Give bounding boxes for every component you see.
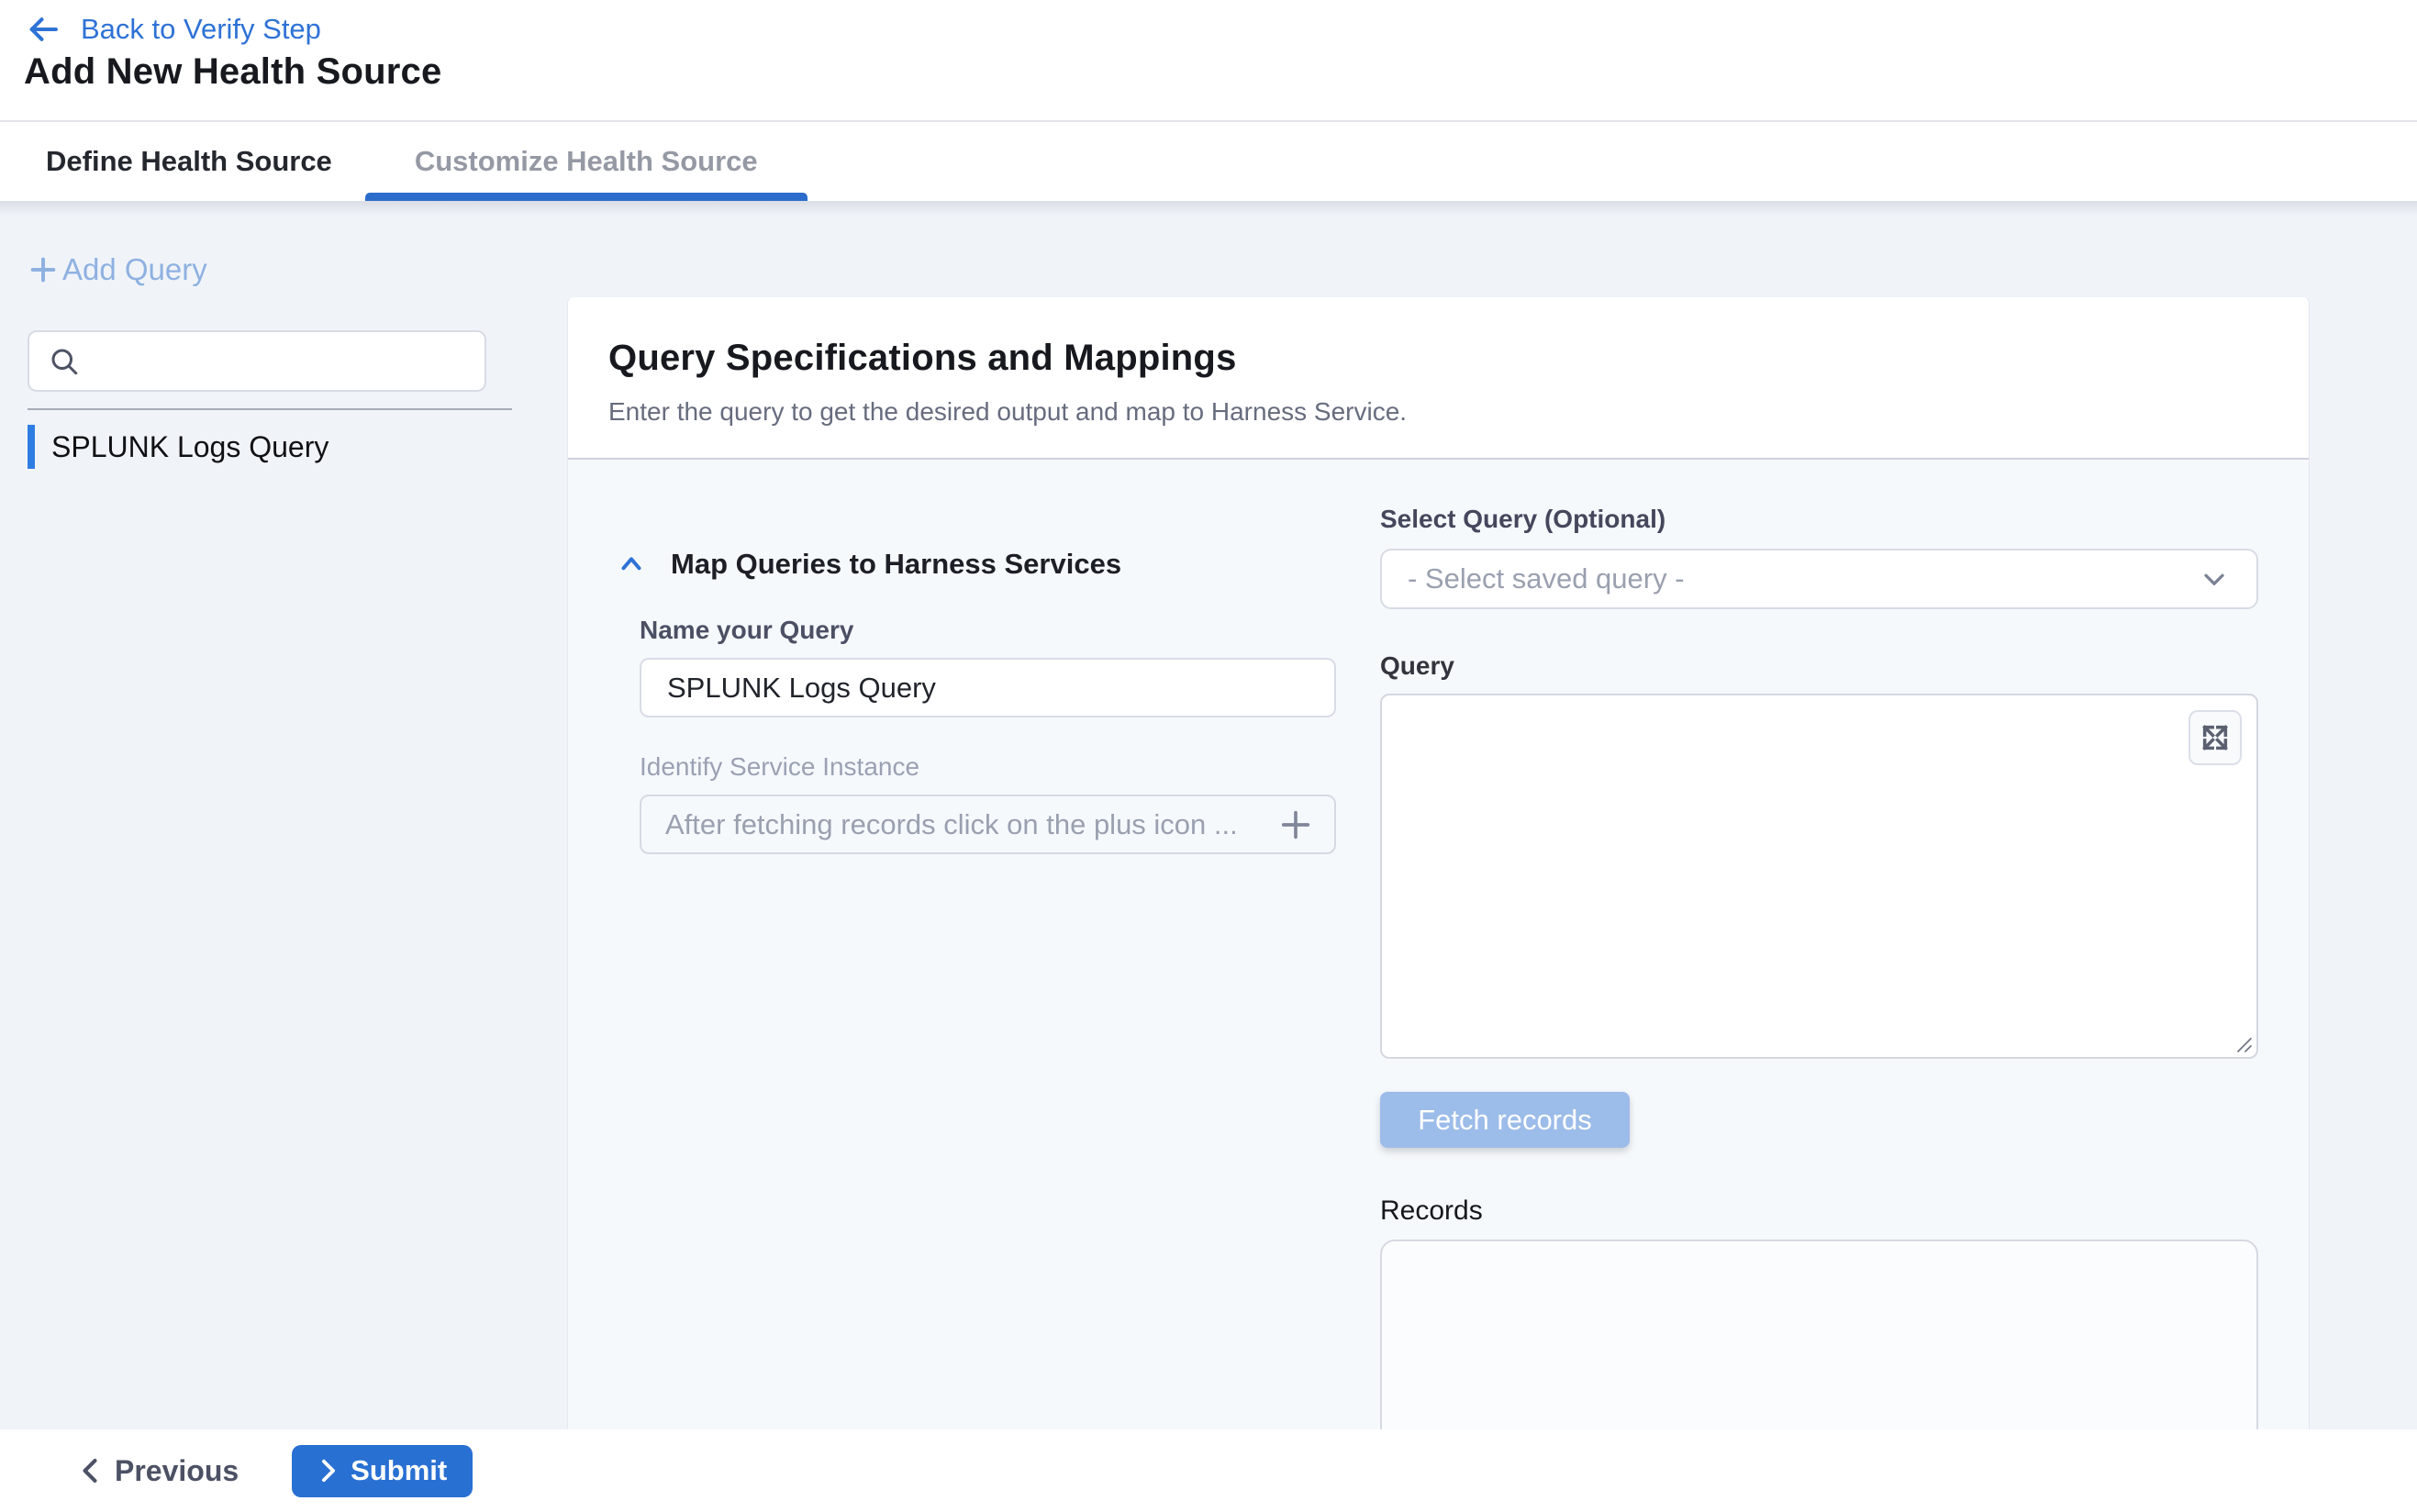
query-list-item-splunk-logs[interactable]: SPLUNK Logs Query	[28, 423, 512, 471]
panel-header: Query Specifications and Mappings Enter …	[568, 297, 2309, 460]
fetch-records-button[interactable]: Fetch records	[1380, 1092, 1630, 1148]
previous-label: Previous	[115, 1454, 239, 1488]
submit-button[interactable]: Submit	[292, 1445, 473, 1497]
query-sidebar: Add Query SPLUNK Logs Query	[0, 201, 567, 1429]
query-list-item-label: SPLUNK Logs Query	[51, 430, 329, 464]
panel-subtitle: Enter the query to get the desired outpu…	[608, 397, 2309, 427]
chevron-up-icon	[616, 549, 647, 580]
expand-query-button[interactable]	[2189, 710, 2242, 765]
active-tab-indicator	[365, 193, 808, 201]
plus-icon	[28, 254, 59, 285]
page-title: Add New Health Source	[24, 51, 441, 93]
chevron-down-icon	[2198, 562, 2231, 595]
map-queries-column: Map Queries to Harness Services Name you…	[608, 460, 1336, 854]
tab-customize-health-source[interactable]: Customize Health Source	[378, 122, 795, 201]
query-spec-panel: Query Specifications and Mappings Enter …	[567, 296, 2310, 1429]
submit-label: Submit	[351, 1454, 447, 1487]
section-title: Map Queries to Harness Services	[671, 548, 1121, 581]
saved-query-select[interactable]: - Select saved query -	[1380, 549, 2258, 609]
query-label: Query	[1380, 651, 2258, 681]
chevron-right-icon	[317, 1458, 340, 1484]
tab-label: Customize Health Source	[415, 145, 758, 178]
query-textarea[interactable]	[1380, 694, 2258, 1059]
query-search-box[interactable]	[28, 330, 486, 392]
tab-define-health-source[interactable]: Define Health Source	[46, 122, 369, 201]
back-arrow-icon	[26, 14, 61, 45]
identify-service-instance-label: Identify Service Instance	[640, 752, 1336, 782]
chevron-left-icon	[78, 1457, 102, 1484]
service-instance-field[interactable]: After fetching records click on the plus…	[640, 795, 1336, 854]
search-icon	[48, 345, 81, 378]
query-column: Select Query (Optional) - Select saved q…	[1380, 460, 2258, 1429]
saved-query-select-value: - Select saved query -	[1408, 562, 2198, 595]
tab-bar: Define Health Source Customize Health So…	[0, 120, 2417, 201]
add-query-label: Add Query	[62, 252, 207, 287]
textarea-resize-handle[interactable]	[2233, 1033, 2253, 1053]
footer-bar: Previous Submit	[0, 1429, 2417, 1512]
sidebar-divider	[28, 408, 512, 410]
add-query-button[interactable]: Add Query	[28, 252, 207, 287]
previous-button[interactable]: Previous	[78, 1454, 239, 1488]
panel-body: Map Queries to Harness Services Name you…	[568, 460, 2309, 1429]
records-panel	[1380, 1240, 2258, 1429]
back-link-label: Back to Verify Step	[81, 13, 321, 46]
back-to-verify-link[interactable]: Back to Verify Step	[26, 13, 321, 46]
content-area: Add Query SPLUNK Logs Query Query Specif…	[0, 201, 2417, 1429]
service-instance-placeholder: After fetching records click on the plus…	[665, 808, 1277, 841]
page-header: Back to Verify Step Add New Health Sourc…	[0, 0, 2417, 120]
map-queries-section-header[interactable]: Map Queries to Harness Services	[616, 548, 1336, 581]
query-name-input[interactable]	[640, 658, 1336, 717]
select-query-label: Select Query (Optional)	[1380, 505, 2258, 534]
plus-icon[interactable]	[1277, 806, 1314, 843]
selected-indicator-bar	[28, 425, 35, 469]
name-your-query-label: Name your Query	[640, 616, 1336, 645]
records-label: Records	[1380, 1195, 2258, 1227]
search-input[interactable]	[95, 346, 466, 377]
panel-title: Query Specifications and Mappings	[608, 338, 2309, 379]
tab-label: Define Health Source	[46, 145, 332, 178]
expand-icon	[2200, 722, 2231, 753]
